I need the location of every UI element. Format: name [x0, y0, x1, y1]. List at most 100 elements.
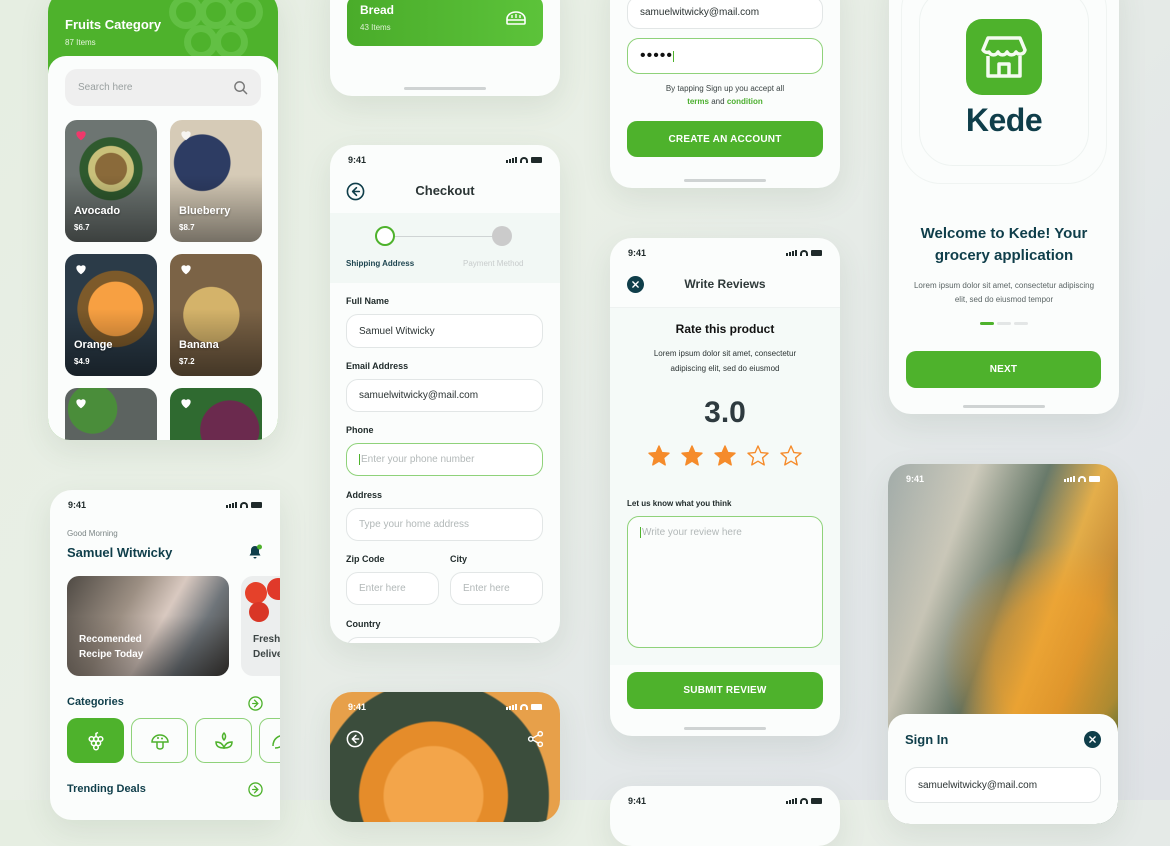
home-indicator [404, 87, 486, 90]
star-rating[interactable] [610, 444, 840, 468]
password-field[interactable]: ••••• [627, 38, 823, 74]
share-icon[interactable] [527, 730, 544, 748]
product-card-grapes[interactable] [170, 388, 262, 440]
category-sprout[interactable] [195, 718, 252, 763]
full-name-field[interactable]: Samuel Witwicky [346, 314, 543, 348]
home-indicator [684, 179, 766, 182]
banner-delivery[interactable]: Fresh Delive [241, 576, 280, 676]
rate-title: Rate this product [675, 322, 775, 336]
signal-icon [506, 157, 517, 163]
page-dot[interactable] [1014, 322, 1028, 325]
product-card-banana[interactable]: Banana $7.2 [170, 254, 262, 376]
step-1-indicator[interactable] [375, 226, 395, 246]
category-title: Fruits Category [65, 17, 162, 32]
category-mushroom[interactable] [131, 718, 188, 763]
leaf-sprout-icon [214, 731, 233, 749]
signup-screen: samuelwitwicky@mail.com ••••• By tapping… [610, 0, 840, 188]
full-name-label: Full Name [346, 296, 390, 306]
star-filled-icon[interactable] [713, 444, 737, 468]
product-card-avocado[interactable]: Avocado $6.7 [65, 120, 157, 242]
product-name: Avocado [74, 205, 121, 217]
create-account-button[interactable]: CREATE AN ACCOUNT [627, 121, 823, 157]
fruits-content: Search here Avocado $6.7 Blueberry $8.7 … [48, 56, 278, 440]
heart-icon[interactable] [179, 396, 193, 410]
wifi-icon [520, 704, 528, 710]
onboarding-headline: Welcome to Kede! Your grocery applicatio… [920, 225, 1088, 264]
banner-title-line2: Delive [253, 649, 280, 660]
heart-icon[interactable] [74, 262, 88, 276]
app-logo [966, 19, 1042, 95]
product-card-orange[interactable]: Orange $4.9 [65, 254, 157, 376]
product-card-basil[interactable] [65, 388, 157, 440]
onboarding-desc: Lorem ipsum dolor sit amet, consectetur … [913, 281, 1095, 304]
status-icons [1064, 476, 1100, 482]
email-field[interactable]: samuelwitwicky@mail.com [905, 767, 1101, 803]
star-filled-icon[interactable] [647, 444, 671, 468]
email-field[interactable]: samuelwitwicky@mail.com [627, 0, 823, 29]
category-list-screen: Bread 43 Items [330, 0, 560, 96]
category-count: 87 Items [65, 38, 96, 47]
address-field[interactable]: Type your home address [346, 508, 543, 541]
notification-bell-icon[interactable] [247, 544, 263, 560]
home-screen: 9:41 Good Morning Samuel Witwicky Recome… [50, 490, 280, 820]
trending-see-all-icon[interactable] [248, 782, 263, 797]
city-label: City [450, 554, 468, 564]
signin-sheet: Sign In samuelwitwicky@mail.com [888, 714, 1118, 824]
submit-review-button[interactable]: SUBMIT REVIEW [627, 672, 823, 709]
grapes-icon [87, 731, 104, 751]
product-price: $7.2 [179, 357, 195, 366]
category-grapes[interactable] [67, 718, 124, 763]
search-bar[interactable]: Search here [65, 69, 261, 106]
status-time: 9:41 [628, 796, 647, 806]
email-field[interactable]: samuelwitwicky@mail.com [346, 379, 543, 412]
heart-icon[interactable] [179, 128, 193, 142]
heart-icon[interactable] [74, 396, 88, 410]
wifi-icon [520, 157, 528, 163]
email-label: Email Address [346, 361, 409, 371]
heart-icon[interactable] [179, 262, 193, 276]
condition-link[interactable]: condition [727, 97, 763, 106]
battery-icon [531, 157, 542, 163]
status-icons [786, 250, 822, 256]
checkout-screen: 9:41 Checkout Shipping Address Payment M… [330, 145, 560, 643]
text-caret [673, 50, 675, 62]
back-arrow-icon[interactable] [346, 730, 364, 748]
search-icon[interactable] [233, 80, 248, 95]
heart-filled-icon[interactable] [74, 128, 88, 142]
signin-screen: 9:41 Sign In samuelwitwicky@mail.com [888, 464, 1118, 824]
terms-link[interactable]: terms [687, 97, 709, 106]
search-input[interactable]: Search here [78, 82, 132, 93]
page-title: Checkout [415, 183, 475, 198]
city-field[interactable]: Enter here [450, 572, 543, 605]
next-screen-preview: 9:41 [610, 786, 840, 846]
stepper: Shipping Address Payment Method [330, 213, 560, 283]
step-2-indicator[interactable] [492, 226, 512, 246]
page-dot-active[interactable] [980, 322, 994, 325]
status-bar: 9:41 [330, 694, 560, 720]
next-button[interactable]: NEXT [906, 351, 1101, 388]
star-empty-icon[interactable] [779, 444, 803, 468]
category-card-bread[interactable]: Bread 43 Items [347, 0, 543, 46]
page-dot[interactable] [997, 322, 1011, 325]
zip-field[interactable]: Enter here [346, 572, 439, 605]
close-button[interactable] [1084, 731, 1101, 748]
signal-icon [506, 704, 517, 710]
status-bar: 9:41 [888, 466, 1118, 492]
star-empty-icon[interactable] [746, 444, 770, 468]
product-card-blueberry[interactable]: Blueberry $8.7 [170, 120, 262, 242]
country-field[interactable] [346, 637, 543, 643]
battery-icon [251, 502, 262, 508]
banner-recipe[interactable]: Recomended Recipe Today [67, 576, 229, 676]
wifi-icon [800, 798, 808, 804]
star-filled-icon[interactable] [680, 444, 704, 468]
category-leaf[interactable] [259, 718, 280, 763]
battery-icon [811, 250, 822, 256]
and-text: and [711, 97, 725, 106]
review-textarea[interactable]: Write your review here [627, 516, 823, 648]
terms-line: terms and condition [610, 95, 840, 108]
categories-see-all-icon[interactable] [248, 696, 263, 711]
signal-icon [786, 798, 797, 804]
phone-placeholder: Enter your phone number [361, 454, 475, 465]
status-bar: 9:41 [50, 492, 280, 518]
phone-field[interactable]: Enter your phone number [346, 443, 543, 476]
